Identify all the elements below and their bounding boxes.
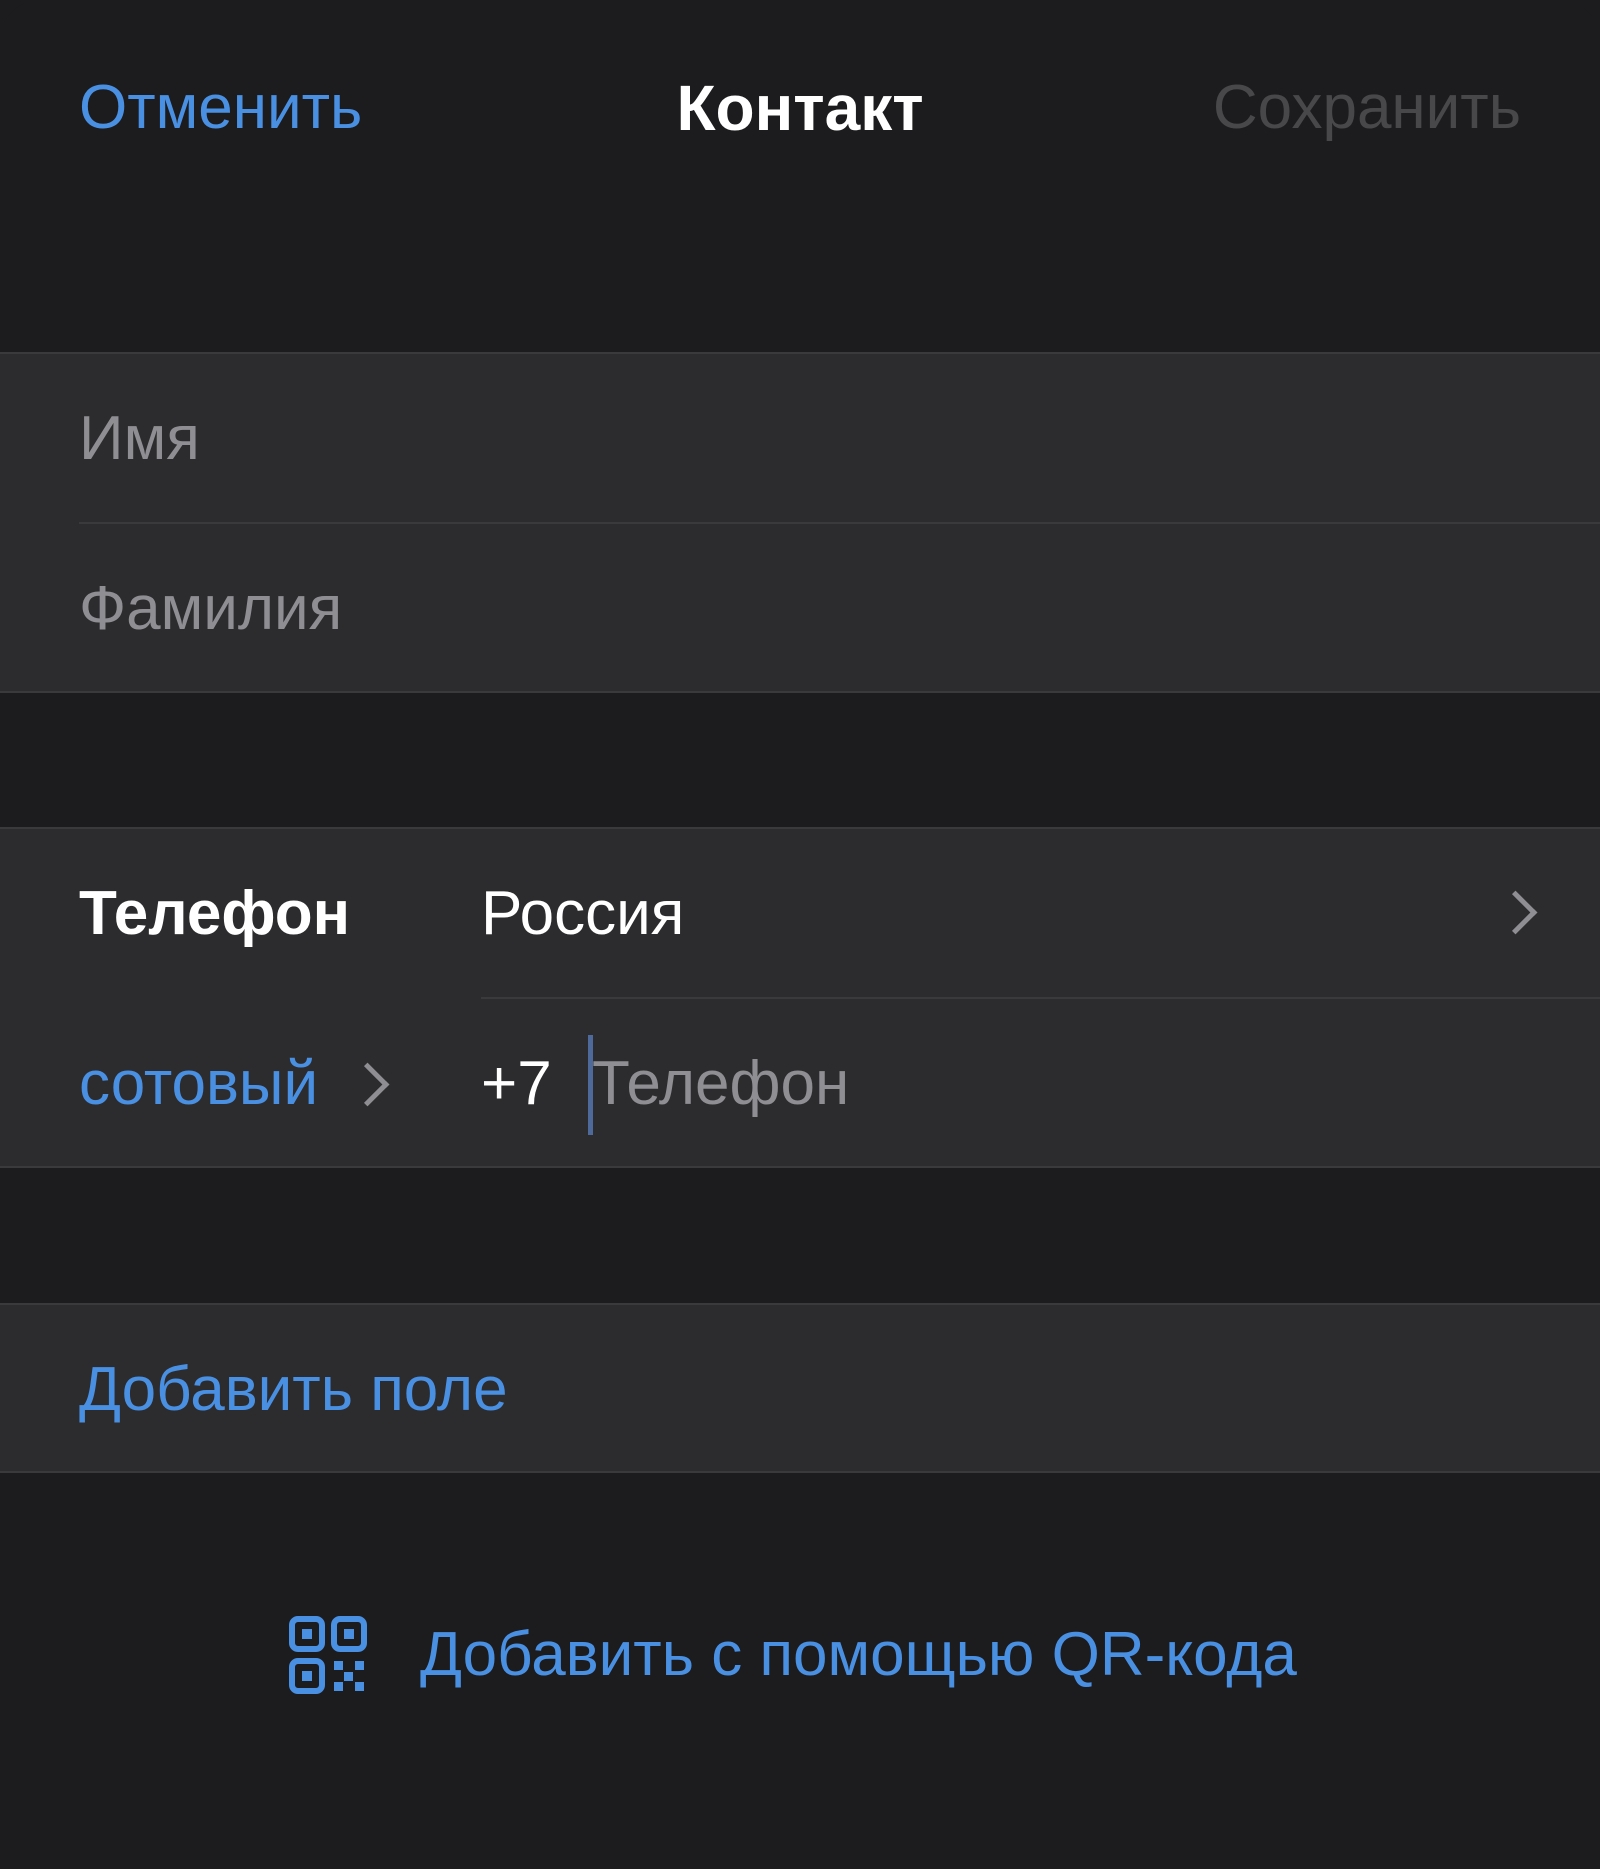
first-name-row[interactable]: Имя [0, 354, 1600, 523]
save-button[interactable]: Сохранить [1213, 72, 1521, 144]
add-field-group: Добавить поле [0, 1303, 1600, 1473]
add-via-qr-button[interactable]: Добавить с помощью QR-кода [288, 1610, 1297, 1700]
add-field-button[interactable]: Добавить поле [79, 1305, 508, 1474]
chevron-right-icon[interactable] [345, 1062, 390, 1107]
nav-header: Отменить Контакт Сохранить [0, 0, 1600, 220]
chevron-right-icon[interactable] [1493, 890, 1538, 935]
phone-label: Телефон [79, 879, 351, 948]
qr-button-label: Добавить с помощью QR-кода [420, 1620, 1297, 1689]
name-group: Имя Фамилия [0, 352, 1600, 693]
last-name-row[interactable]: Фамилия [0, 524, 1600, 693]
phone-type-selector[interactable]: сотовый [79, 999, 318, 1168]
qr-code-icon [289, 1616, 367, 1694]
last-name-placeholder: Фамилия [79, 574, 343, 643]
contact-sheet: Отменить Контакт Сохранить Имя Фамилия Т… [0, 0, 1600, 1869]
add-field-row[interactable]: Добавить поле [0, 1305, 1600, 1474]
phone-group: Телефон Россия сотовый +7 Телефон [0, 827, 1600, 1168]
country-selector[interactable]: Россия [481, 829, 684, 998]
first-name-placeholder: Имя [79, 404, 200, 473]
phone-number-field[interactable]: Телефон [592, 999, 849, 1168]
phone-country-row[interactable]: Телефон Россия [0, 829, 1600, 998]
last-name-field[interactable]: Фамилия [79, 524, 1539, 693]
phone-number-row: сотовый +7 Телефон [0, 999, 1600, 1168]
country-code: +7 [481, 1049, 552, 1118]
first-name-field[interactable]: Имя [79, 354, 1539, 523]
